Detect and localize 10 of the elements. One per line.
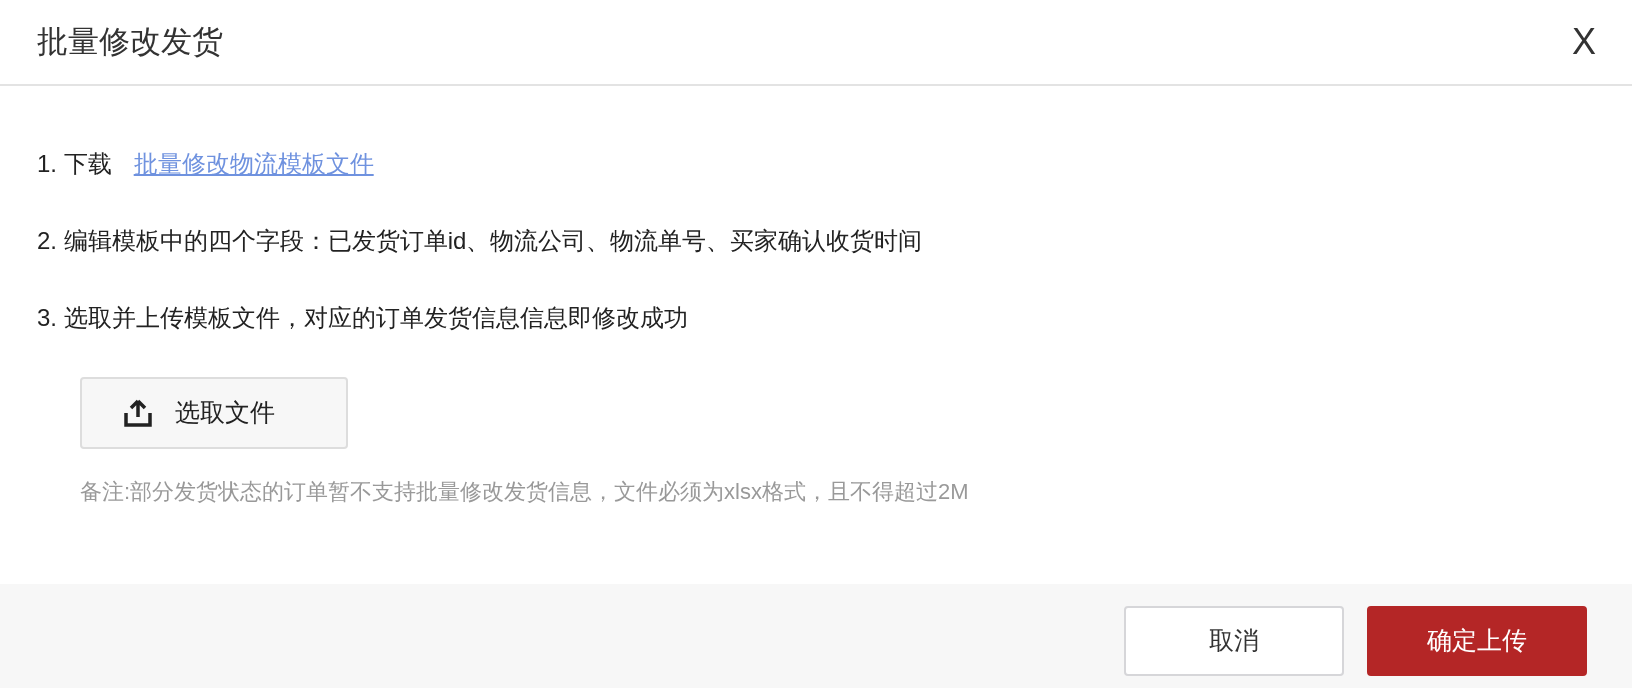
upload-button[interactable]: 选取文件 xyxy=(80,377,348,449)
note-text: 备注:部分发货状态的订单暂不支持批量修改发货信息，文件必须为xlsx格式，且不得超过2M xyxy=(80,478,970,506)
confirm-upload-button[interactable]: 确定上传 xyxy=(1367,606,1587,676)
close-button[interactable]: X xyxy=(1572,24,1596,60)
step-text: 1. 下载 xyxy=(37,149,112,179)
upload-icon xyxy=(123,399,153,427)
step-text: 3. 选取并上传模板文件，对应的订单发货信息信息即修改成功 xyxy=(37,303,688,333)
cancel-button[interactable]: 取消 xyxy=(1124,606,1344,676)
step-text: 2. 编辑模板中的四个字段：已发货订单id、物流公司、物流单号、买家确认收货时间 xyxy=(37,226,923,256)
dialog-title: 批量修改发货 xyxy=(37,22,223,61)
